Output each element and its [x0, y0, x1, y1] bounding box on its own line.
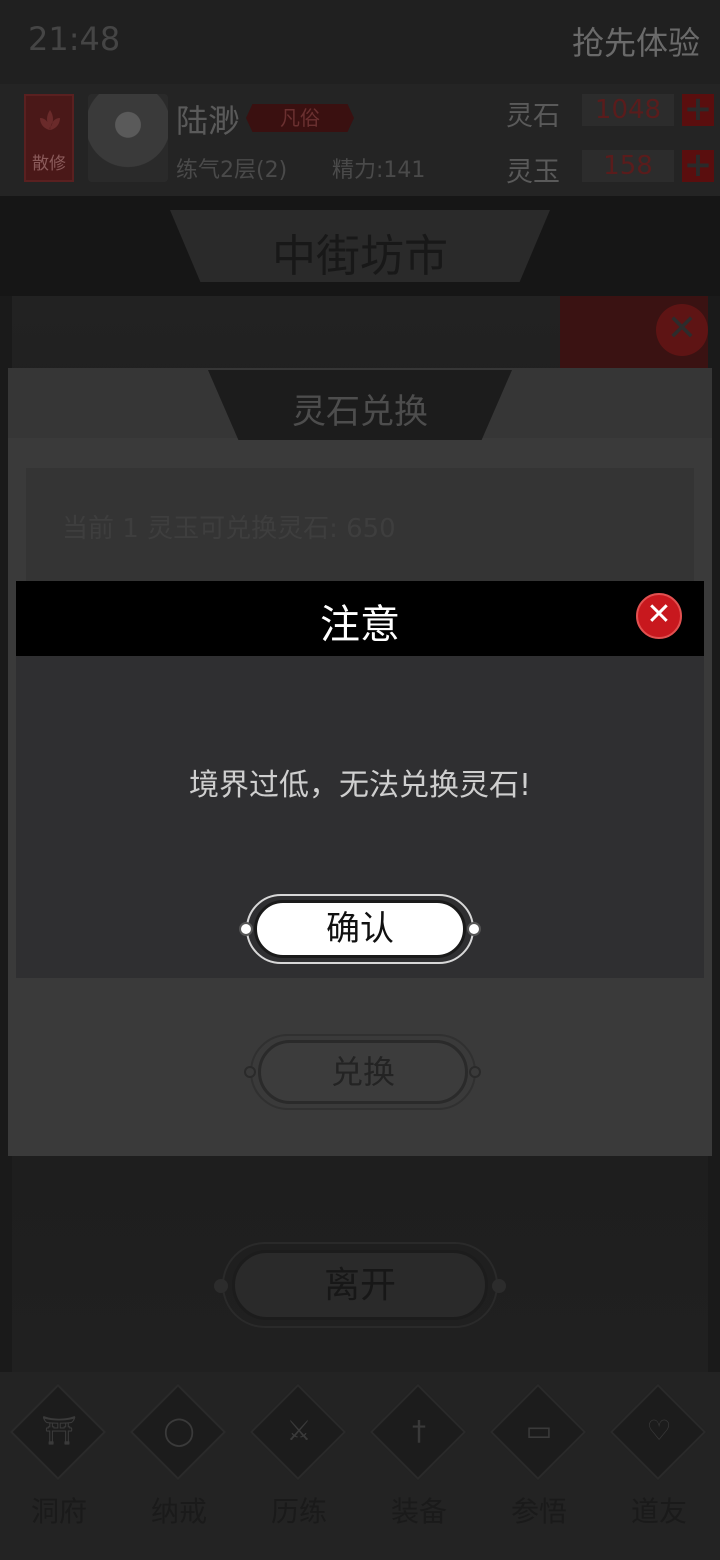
- confirm-button[interactable]: 确认: [254, 900, 466, 958]
- status-time: 21:48: [28, 20, 121, 58]
- player-name: 陆渺: [176, 102, 241, 140]
- rank-badge: 凡俗: [246, 104, 354, 132]
- confirm-button-ornament: [239, 922, 253, 936]
- early-access-label: 抢先体验: [571, 24, 700, 62]
- spirit-jade-value: 158: [582, 150, 674, 182]
- exchange-close-button[interactable]: ✕: [656, 304, 708, 356]
- nav-item-daoyou[interactable]: ♡ 道友: [604, 1383, 714, 1550]
- ring-icon: ◯: [163, 1414, 195, 1447]
- location-title: 中街坊市: [272, 231, 448, 282]
- nav-label: 历练: [270, 1495, 327, 1528]
- exchange-button-ornament: [469, 1066, 481, 1078]
- heart-icon: ♡: [646, 1414, 672, 1447]
- exchange-rate-text: 当前 1 灵玉可兑换灵石: 650: [62, 514, 396, 544]
- sect-badge: 散修: [24, 94, 74, 182]
- nav-label: 道友: [630, 1495, 687, 1528]
- nav-item-najie[interactable]: ◯ 纳戒: [124, 1383, 234, 1550]
- nav-label: 装备: [390, 1495, 447, 1528]
- sect-label: 散修: [32, 154, 66, 174]
- gate-icon: ⛩: [41, 1414, 77, 1447]
- nav-item-zhuangbei[interactable]: † 装备: [364, 1383, 474, 1550]
- sword-icon: †: [412, 1414, 426, 1447]
- nav-label: 纳戒: [150, 1495, 207, 1528]
- exchange-button[interactable]: 兑换: [258, 1040, 468, 1104]
- dialog-message: 境界过低，无法兑换灵石!: [188, 768, 532, 803]
- add-spirit-stone-button[interactable]: +: [682, 92, 714, 126]
- leave-button[interactable]: 离开: [232, 1250, 488, 1320]
- nav-item-lilian[interactable]: ⚔ 历练: [244, 1383, 354, 1550]
- location-banner: 中街坊市: [170, 210, 550, 282]
- dialog-close-button[interactable]: ✕: [636, 593, 682, 639]
- nav-label: 洞府: [30, 1495, 87, 1528]
- spirit-jade-label: 灵玉: [506, 157, 560, 188]
- player-energy: 精力:141: [332, 158, 426, 183]
- spirit-stone-value: 1048: [582, 94, 674, 126]
- avatar[interactable]: [88, 94, 168, 182]
- nav-item-dongfu[interactable]: ⛩ 洞府: [4, 1383, 114, 1550]
- exchange-panel-tab: 灵石兑换: [208, 370, 512, 440]
- exchange-button-ornament: [244, 1066, 256, 1078]
- exchange-panel-title: 灵石兑换: [292, 392, 428, 432]
- close-icon: ✕: [666, 308, 698, 349]
- add-spirit-jade-button[interactable]: +: [682, 148, 714, 182]
- spirit-stone-label: 灵石: [506, 101, 560, 132]
- leave-button-ornament: [492, 1279, 506, 1293]
- leave-button-ornament: [214, 1279, 228, 1293]
- book-icon: ▭: [525, 1414, 553, 1447]
- nav-label: 参悟: [510, 1495, 567, 1528]
- player-level: 练气2层(2): [176, 158, 288, 183]
- lotus-icon: [40, 110, 60, 130]
- dialog-title: 注意: [320, 602, 400, 648]
- nav-item-canwu[interactable]: ▭ 参悟: [484, 1383, 594, 1550]
- confirm-button-ornament: [467, 922, 481, 936]
- crossed-swords-icon: ⚔: [286, 1414, 312, 1447]
